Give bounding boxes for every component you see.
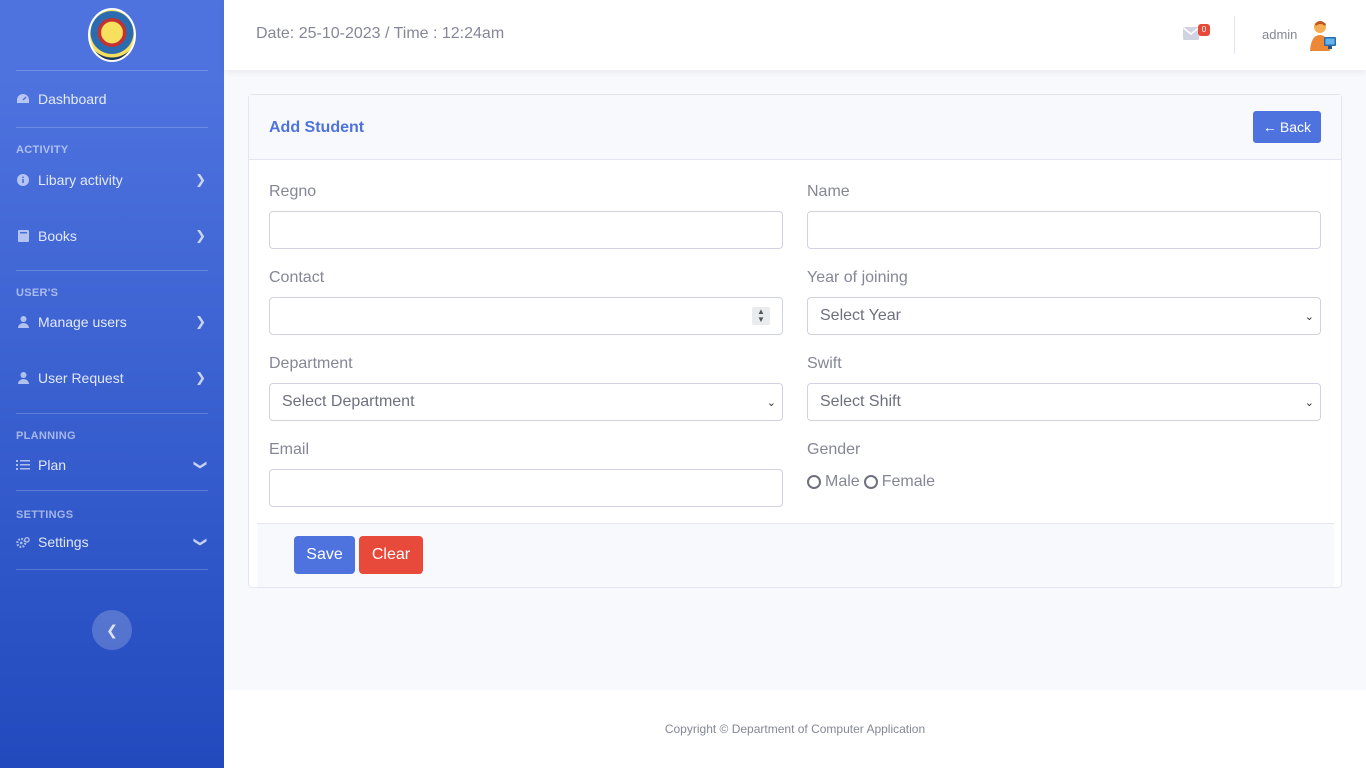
department-selected: Select Department (282, 393, 415, 410)
arrow-left-icon: ← (1262, 119, 1277, 135)
chevron-down-icon: ⌄ (766, 397, 776, 409)
sidebar-item-label: Manage users (38, 314, 127, 330)
chevron-right-icon: ❯ (195, 228, 206, 243)
gender-female-label[interactable]: Female (882, 473, 935, 491)
sidebar-brand[interactable] (0, 0, 224, 70)
department-select[interactable]: Select Department ⌄ (269, 383, 783, 421)
name-input[interactable] (807, 211, 1321, 249)
gender-radio-group: Male Female (807, 473, 935, 491)
list-icon (16, 458, 30, 472)
sidebar-item-label: Settings (38, 534, 89, 550)
sidebar-item-label: Plan (38, 457, 67, 473)
book-icon (16, 229, 30, 243)
card-title: Add Student (269, 119, 365, 136)
year-selected: Select Year (820, 307, 901, 324)
topbar-divider (1234, 16, 1235, 54)
gender-label: Gender (807, 441, 861, 458)
user-icon (16, 315, 30, 329)
avatar[interactable] (1306, 19, 1338, 51)
cogs-icon (16, 535, 30, 549)
chevron-down-icon: ⌄ (1304, 311, 1314, 323)
clear-button[interactable]: Clear (359, 536, 423, 574)
regno-input[interactable] (269, 211, 783, 249)
sidebar-heading-settings: SETTINGS (16, 509, 74, 521)
gender-female-radio[interactable] (863, 475, 878, 489)
department-label: Department (269, 355, 353, 372)
tachometer-icon (16, 92, 30, 106)
sidebar-item-books[interactable]: Books ❯ (0, 202, 224, 270)
sidebar: Dashboard ACTIVITY Libary activity ❯ Boo… (0, 0, 224, 768)
envelope-icon[interactable] (1183, 27, 1199, 40)
sidebar-item-label: Libary activity (38, 172, 123, 188)
back-button[interactable]: ← Back (1252, 111, 1321, 143)
shift-select[interactable]: Select Shift ⌄ (807, 383, 1321, 421)
message-count-badge: 0 (1198, 24, 1210, 36)
gender-male-radio[interactable] (807, 475, 821, 489)
year-label: Year of joining (807, 269, 908, 286)
chevron-down-icon: ⌄ (1304, 397, 1314, 409)
add-student-card: Add Student ← Back Regno Name Contact ▲ ▼… (248, 94, 1342, 588)
sidebar-item-label: Books (38, 228, 77, 244)
email-input[interactable] (269, 469, 783, 507)
save-button[interactable]: Save (294, 536, 355, 574)
shift-label: Swift (807, 355, 842, 372)
back-button-label: Back (1279, 119, 1311, 135)
sidebar-heading-planning: PLANNING (16, 430, 76, 442)
sidebar-divider (16, 569, 208, 570)
sidebar-item-dashboard[interactable]: Dashboard (0, 71, 224, 127)
sidebar-item-plan[interactable]: Plan ❯ (0, 444, 224, 486)
number-spinner[interactable]: ▲ ▼ (752, 307, 770, 325)
user-name[interactable]: admin (1262, 27, 1297, 42)
contact-input[interactable]: ▲ ▼ (269, 297, 783, 335)
sidebar-item-settings[interactable]: Settings ❯ (0, 521, 224, 563)
date-time-display: Date: 25-10-2023 / Time : 12:24am (256, 25, 505, 42)
sidebar-heading-users: USER'S (16, 287, 59, 299)
info-circle-icon (16, 173, 30, 187)
regno-label: Regno (269, 183, 317, 200)
sidebar-toggle-button[interactable]: ❮ (92, 610, 132, 650)
chevron-right-icon: ❯ (195, 172, 206, 187)
name-label: Name (807, 183, 850, 200)
user-icon (16, 371, 30, 385)
form-actions: Save Clear (257, 523, 1334, 587)
sidebar-item-label: User Request (38, 370, 124, 386)
year-select[interactable]: Select Year ⌄ (807, 297, 1321, 335)
chevron-right-icon: ❯ (195, 370, 206, 385)
chevron-down-icon: ❯ (193, 459, 209, 471)
sidebar-heading-activity: ACTIVITY (16, 144, 69, 156)
sidebar-item-manage-users[interactable]: Manage users ❯ (0, 301, 224, 343)
page-footer: Copyright © Department of Computer Appli… (224, 690, 1366, 768)
shift-selected: Select Shift (820, 393, 901, 410)
chevron-down-icon: ❯ (193, 536, 209, 548)
gender-male-label[interactable]: Male (825, 473, 860, 491)
college-logo (88, 8, 136, 62)
sidebar-item-library-activity[interactable]: Libary activity ❯ (0, 158, 224, 202)
contact-label: Contact (269, 269, 325, 286)
sidebar-item-user-request[interactable]: User Request ❯ (0, 343, 224, 413)
card-header: Add Student ← Back (249, 95, 1341, 160)
sidebar-item-label: Dashboard (38, 91, 107, 107)
copyright-text: Copyright © Department of Computer Appli… (664, 722, 926, 736)
topbar: Date: 25-10-2023 / Time : 12:24am 0 admi… (224, 0, 1366, 70)
email-label: Email (269, 441, 310, 458)
chevron-left-icon: ❮ (106, 621, 118, 638)
chevron-right-icon: ❯ (195, 314, 206, 329)
